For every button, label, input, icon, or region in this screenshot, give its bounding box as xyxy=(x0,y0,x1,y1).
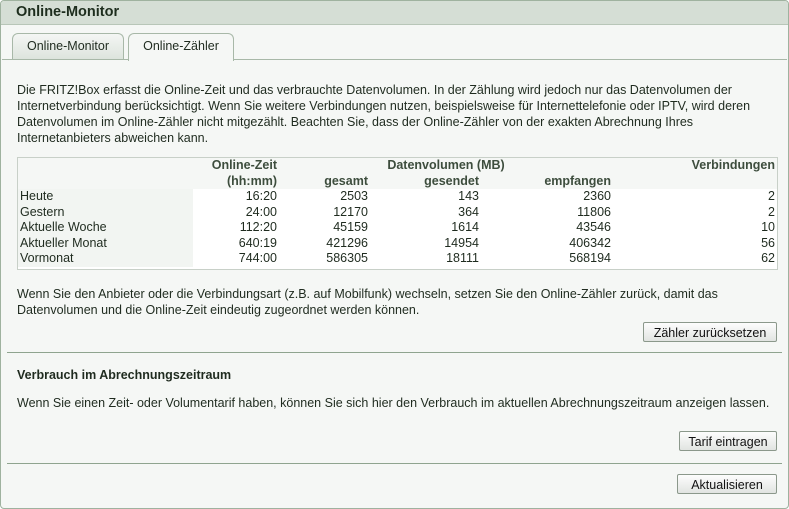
row-label: Gestern xyxy=(18,204,193,220)
table-header-row-2: (hh:mm) gesamt gesendet empfangen xyxy=(18,173,777,189)
cell-total: 586305 xyxy=(326,251,368,265)
row-label: Aktueller Monat xyxy=(18,235,193,251)
cell-sent: 18111 xyxy=(446,251,479,265)
cell-time: 640:19 xyxy=(238,235,277,250)
section-divider-2 xyxy=(7,463,782,464)
total-header: gesamt xyxy=(324,173,368,188)
cell-time: 24:00 xyxy=(245,204,277,219)
cell-time: 16:20 xyxy=(245,189,277,203)
refresh-button[interactable]: Aktualisieren xyxy=(677,474,777,494)
received-header: empfangen xyxy=(544,173,611,188)
table-row: Vormonat 744:00 586305 18111 568194 62 xyxy=(18,251,777,267)
cell-total: 12170 xyxy=(333,204,368,219)
row-label: Vormonat xyxy=(18,251,193,267)
row-label: Aktuelle Woche xyxy=(18,220,193,236)
cell-received: 11806 xyxy=(577,204,611,219)
table-row: Aktuelle Woche 112:20 45159 1614 43546 1… xyxy=(18,220,777,236)
intro-text: Die FRITZ!Box erfasst die Online-Zeit un… xyxy=(17,83,751,145)
cell-time: 744:00 xyxy=(238,251,277,265)
table-row: Heute 16:20 2503 143 2360 2 xyxy=(18,189,777,205)
cell-connections: 2 xyxy=(768,189,775,203)
section-divider-1 xyxy=(7,352,782,353)
online-monitor-window: Online-Monitor Online-Monitor Online-Zäh… xyxy=(0,0,789,509)
table-row: Aktueller Monat 640:19 421296 14954 4063… xyxy=(18,235,777,251)
cell-received: 43546 xyxy=(576,220,611,234)
row-label: Heute xyxy=(18,189,193,205)
billing-section-text: Wenn Sie einen Zeit- oder Volumentarif h… xyxy=(17,396,770,410)
usage-table-box: Online-Zeit Datenvolumen (MB) Verbindung… xyxy=(17,157,778,270)
cell-connections: 10 xyxy=(761,220,775,234)
cell-received: 568194 xyxy=(569,251,611,265)
cell-total: 2503 xyxy=(340,189,368,203)
sent-header: gesendet xyxy=(424,173,479,188)
reset-note: Wenn Sie den Anbieter oder die Verbindun… xyxy=(17,287,718,317)
cell-total: 45159 xyxy=(333,220,368,234)
connections-header: Verbindungen xyxy=(691,158,775,172)
cell-time: 112:20 xyxy=(239,220,277,234)
table-row: Gestern 24:00 12170 364 11806 2 xyxy=(18,204,777,220)
cell-sent: 14954 xyxy=(444,235,479,250)
cell-received: 2360 xyxy=(583,189,611,203)
enter-tariff-button[interactable]: Tarif eintragen xyxy=(679,431,777,451)
cell-sent: 1614 xyxy=(451,220,479,234)
usage-table: Online-Zeit Datenvolumen (MB) Verbindung… xyxy=(18,158,777,267)
billing-section-title: Verbrauch im Abrechnungszeitraum xyxy=(17,368,232,382)
data-volume-header: Datenvolumen (MB) xyxy=(387,158,505,172)
cell-connections: 62 xyxy=(761,251,775,265)
online-time-unit-header: (hh:mm) xyxy=(227,173,277,188)
cell-connections: 2 xyxy=(768,204,775,219)
reset-counter-button[interactable]: Zähler zurücksetzen xyxy=(643,322,777,342)
tab-content: Die FRITZ!Box erfasst die Online-Zeit un… xyxy=(2,59,787,508)
window-title: Online-Monitor xyxy=(1,1,788,25)
cell-connections: 56 xyxy=(761,235,775,250)
cell-total: 421296 xyxy=(326,235,368,250)
tab-online-zaehler[interactable]: Online-Zähler xyxy=(128,33,234,61)
cell-sent: 143 xyxy=(458,189,479,203)
table-header-row-1: Online-Zeit Datenvolumen (MB) Verbindung… xyxy=(18,158,777,174)
online-time-header: Online-Zeit xyxy=(211,158,277,172)
cell-received: 406342 xyxy=(569,235,611,250)
cell-sent: 364 xyxy=(458,204,479,219)
tab-online-monitor[interactable]: Online-Monitor xyxy=(12,33,124,59)
